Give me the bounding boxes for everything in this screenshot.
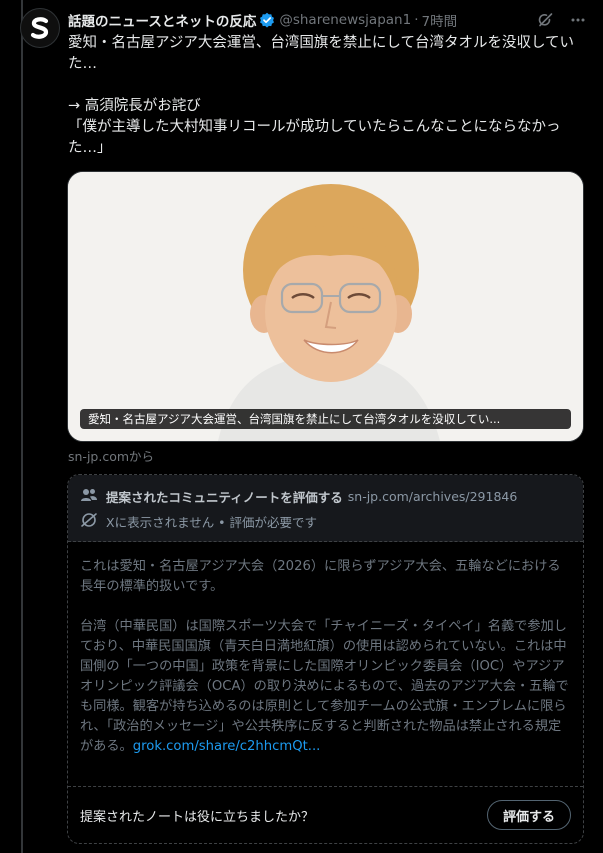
community-note-text: これは愛知・名古屋アジア大会（2026）に限らずアジア大会、五輪などにおける長年… <box>80 559 569 754</box>
community-note-header: 提案されたコミュニティノートを評価する sn-jp.com/archives/2… <box>68 475 583 542</box>
rate-button[interactable]: 評価する <box>486 800 571 830</box>
community-note-card: 提案されたコミュニティノートを評価する sn-jp.com/archives/2… <box>67 474 584 844</box>
tweet-text: 愛知・名古屋アジア大会運営、台湾国旗を禁止にして台湾タオルを没収していた… → … <box>68 35 575 156</box>
tweet-timestamp[interactable]: 7時間 <box>422 10 458 30</box>
community-note-title[interactable]: 提案されたコミュニティノートを評価する <box>106 487 343 506</box>
media-card[interactable]: 愛知・名古屋アジア大会運営、台湾国旗を禁止にして台湾タオルを没収してい... <box>67 171 584 442</box>
avatar[interactable] <box>20 8 60 48</box>
eye-off-icon <box>80 512 98 531</box>
header-separator: · <box>414 12 419 28</box>
community-note-body: これは愛知・名古屋アジア大会（2026）に限らずアジア大会、五輪などにおける長年… <box>80 557 572 757</box>
more-icon[interactable] <box>569 11 587 29</box>
people-icon <box>80 487 98 506</box>
portrait-photo <box>68 172 583 441</box>
author-handle[interactable]: @sharenewsjapan1 <box>279 12 411 28</box>
grok-icon[interactable] <box>537 11 555 29</box>
verified-badge-icon <box>259 12 275 28</box>
link-source[interactable]: sn-jp.comから <box>68 446 154 465</box>
community-note-url[interactable]: sn-jp.com/archives/291846 <box>348 489 518 504</box>
sharenews-logo-icon <box>30 17 49 39</box>
tweet-header: 話題のニュースとネットの反応 @sharenewsjapan1 · 7時間 <box>68 9 587 31</box>
helpful-question: 提案されたノートは役に立ちましたか？ <box>80 809 315 825</box>
community-note-footer: 提案されたノートは役に立ちましたか？ 評価する <box>68 786 583 843</box>
community-note-status: Xに表示されません • 評価が必要です <box>106 515 318 530</box>
community-note-link[interactable]: grok.com/share/c2hhcmQt... <box>133 739 321 754</box>
thread-line <box>21 0 23 853</box>
media-caption: 愛知・名古屋アジア大会運営、台湾国旗を禁止にして台湾タオルを没収してい... <box>80 409 571 429</box>
author-name[interactable]: 話題のニュースとネットの反応 <box>68 10 256 30</box>
